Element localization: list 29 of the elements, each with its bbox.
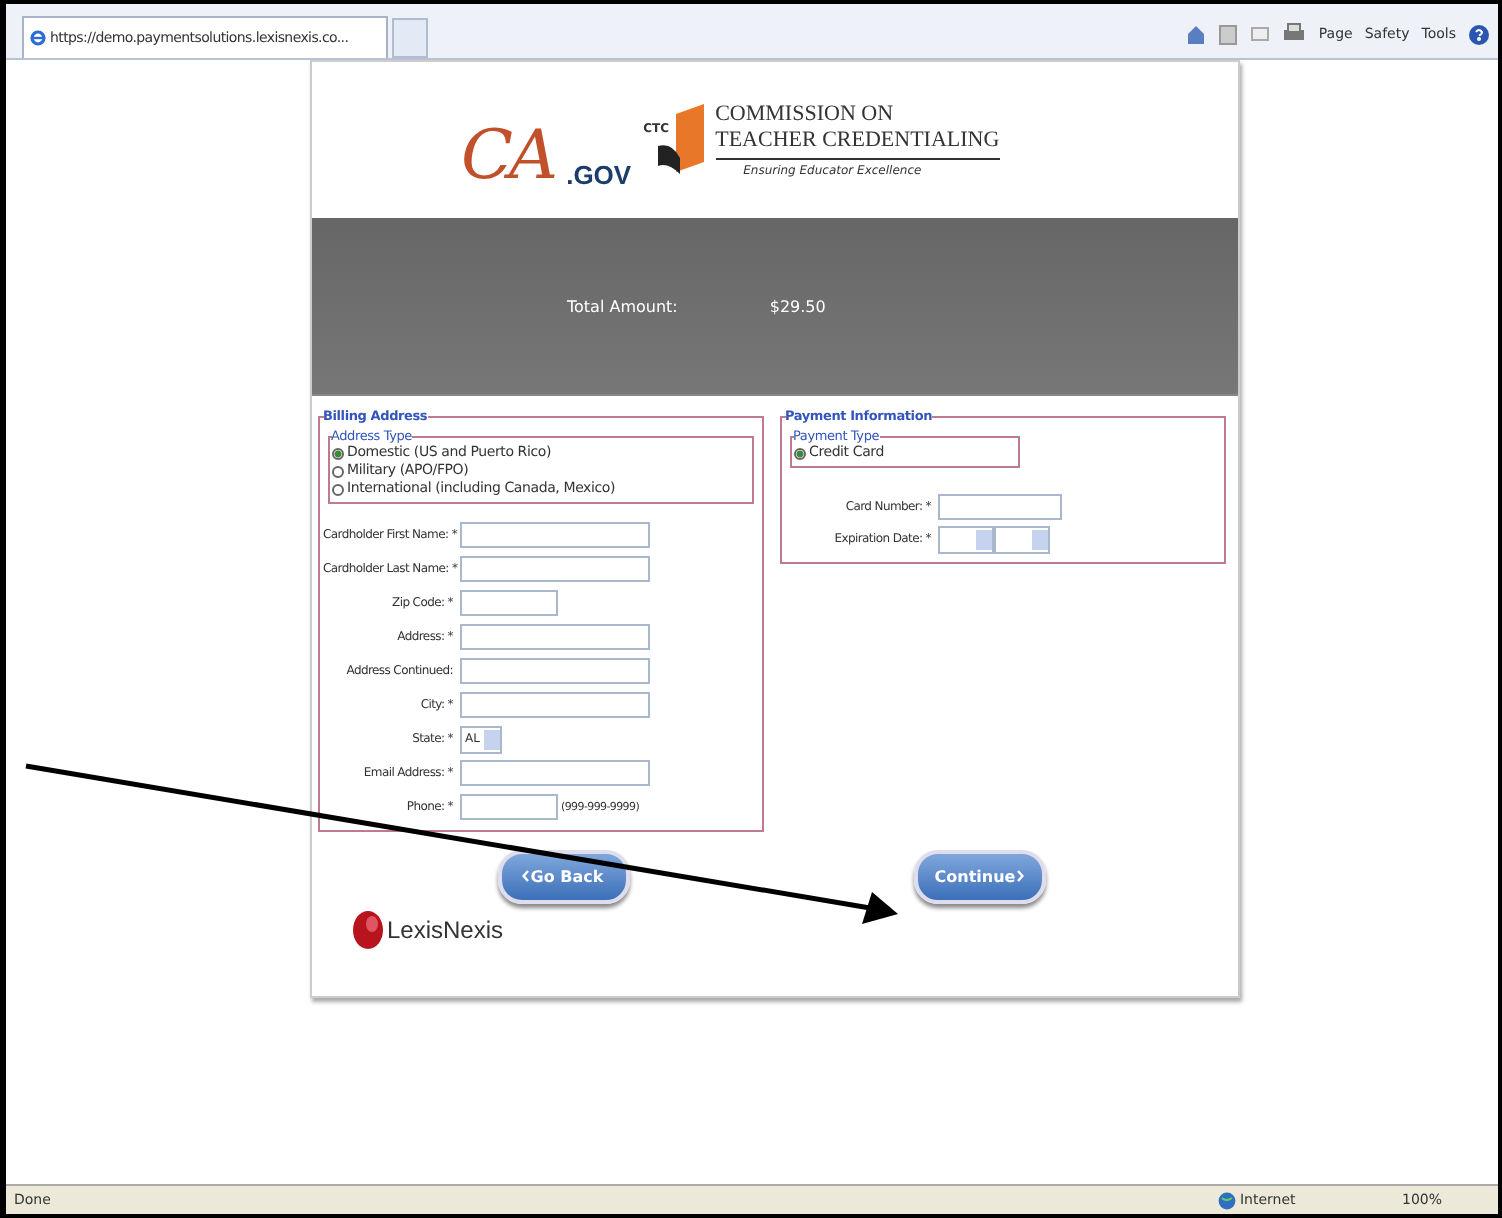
text-field[interactable] (459, 794, 557, 820)
text-field[interactable] (459, 590, 557, 616)
chevron-right-icon (1015, 870, 1024, 882)
print-icon[interactable] (1282, 22, 1307, 46)
text-field[interactable] (937, 494, 1061, 520)
lexisnexis-logo-icon (351, 910, 383, 950)
browser-icon (30, 30, 46, 46)
organization-name: TEACHER CREDENTIALING (715, 128, 1000, 154)
help-icon[interactable] (1468, 23, 1490, 45)
total-amount: $29.50 (769, 297, 826, 315)
organization-name: COMMISSION ON (715, 102, 896, 128)
ca-logo: CA (461, 122, 557, 190)
globe-icon (1217, 1191, 1236, 1209)
text-field[interactable] (459, 692, 649, 718)
go-back-button[interactable]: Go Back (497, 850, 629, 904)
text-field[interactable] (459, 658, 649, 684)
text-field[interactable] (459, 624, 649, 650)
text-field[interactable] (459, 522, 649, 548)
total-label: Total Amount: (567, 297, 678, 315)
text-field[interactable] (459, 556, 649, 582)
lexisnexis-logo: LexisNexis (387, 916, 504, 944)
home-icon[interactable] (1186, 22, 1207, 46)
chevron-left-icon (522, 870, 531, 882)
new-tab-button[interactable] (392, 18, 428, 58)
text-field[interactable] (459, 760, 649, 786)
gov-logo: .GOV (566, 160, 632, 190)
month-dropdown[interactable] (937, 525, 993, 553)
year-dropdown[interactable] (993, 525, 1049, 553)
continue-button[interactable]: Continue (913, 850, 1045, 904)
